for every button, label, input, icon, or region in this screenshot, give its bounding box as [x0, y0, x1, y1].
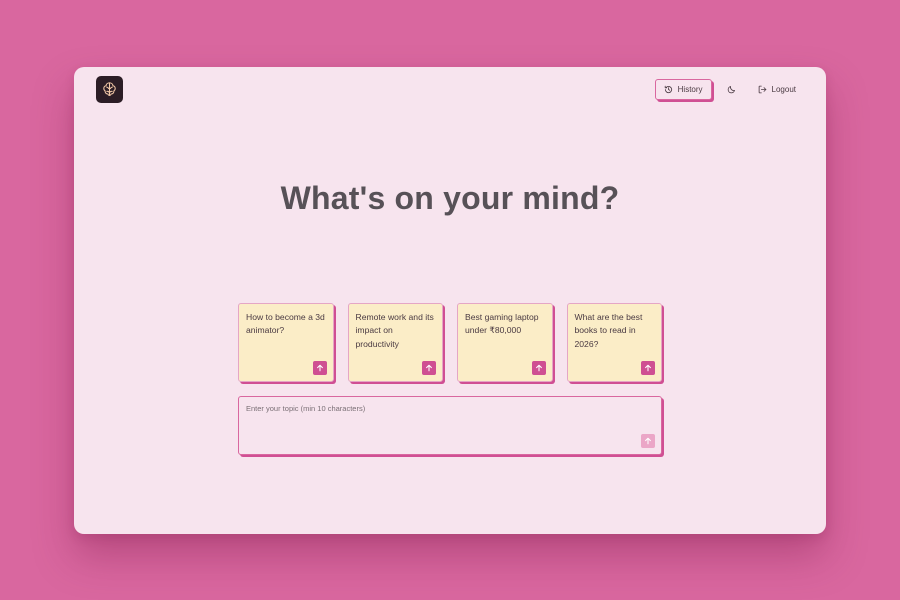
suggestion-card[interactable]: What are the best books to read in 2026?: [566, 303, 662, 382]
suggestion-text: Remote work and its impact on productivi…: [355, 312, 434, 349]
arrow-up-icon[interactable]: [422, 361, 436, 375]
arrow-up-icon[interactable]: [641, 361, 655, 375]
app-logo-icon[interactable]: [96, 76, 123, 103]
history-label: History: [677, 85, 703, 94]
page-title: What's on your mind?: [280, 180, 620, 216]
suggestion-text: How to become a 3d animator?: [246, 312, 325, 336]
moon-icon: [727, 85, 736, 94]
suggestion-card[interactable]: How to become a 3d animator?: [238, 303, 334, 382]
header-nav: History Logout: [654, 79, 800, 100]
suggestion-text: Best gaming laptop under ₹80,000: [465, 312, 539, 336]
logout-icon: [758, 85, 767, 94]
topic-input[interactable]: [239, 397, 661, 454]
suggestion-cards: How to become a 3d animator? Remote work…: [238, 303, 662, 382]
theme-toggle-button[interactable]: [722, 79, 742, 100]
topic-input-container: [238, 396, 662, 455]
history-icon: [664, 85, 673, 94]
logout-button[interactable]: Logout: [752, 79, 800, 100]
arrow-up-icon[interactable]: [312, 361, 327, 375]
history-button[interactable]: History: [654, 79, 712, 100]
app-window: History Logout What's on your mind? How: [74, 67, 826, 534]
arrow-up-icon[interactable]: [531, 361, 546, 375]
send-button[interactable]: [641, 434, 655, 448]
suggestion-card[interactable]: Best gaming laptop under ₹80,000: [457, 303, 553, 382]
arrow-up-icon: [644, 437, 652, 445]
logout-label: Logout: [771, 85, 796, 94]
suggestion-text: What are the best books to read in 2026?: [574, 312, 643, 349]
suggestion-card[interactable]: Remote work and its impact on productivi…: [347, 303, 443, 382]
